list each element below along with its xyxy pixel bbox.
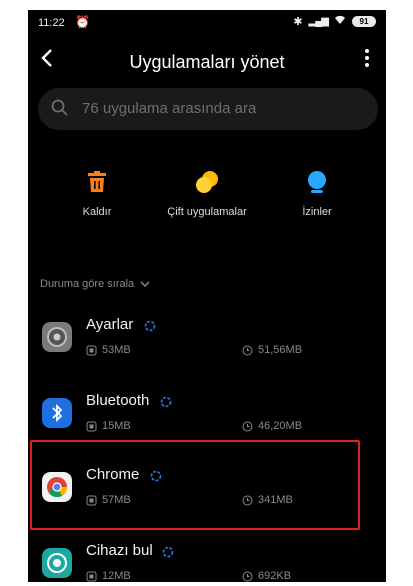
status-indicators: ✱ ▂▄▆ 91 <box>293 15 376 28</box>
search-icon <box>51 99 68 116</box>
app-data-value: 51,56MB <box>258 344 303 356</box>
running-indicator-icon <box>144 320 156 332</box>
signal-icon: ▂▄▆ <box>308 16 329 27</box>
running-indicator-icon <box>160 396 172 408</box>
storage-icon <box>86 421 97 431</box>
app-storage-value: 15MB <box>102 420 131 432</box>
find-device-app-icon <box>42 548 72 578</box>
highlight-box <box>30 440 360 530</box>
app-name: Cihazı bul <box>86 542 153 559</box>
app-list-item[interactable]: Cihazı bul 12MB 692KB <box>28 538 386 582</box>
trash-icon <box>88 171 106 192</box>
permissions-label: İzinler <box>302 206 332 218</box>
dual-apps-icon <box>196 171 218 193</box>
battery-icon: 91 <box>352 16 376 27</box>
alarm-icon: ⏰ <box>75 15 90 29</box>
more-options-button[interactable] <box>360 48 374 74</box>
app-bar: Uygulamaları yönet <box>28 42 386 82</box>
dual-apps-button[interactable]: Çift uygulamalar <box>152 170 262 218</box>
wifi-icon <box>334 15 346 28</box>
bluetooth-app-icon <box>42 398 72 428</box>
bluetooth-status-icon: ✱ <box>293 16 303 28</box>
app-data-usage: 46,20MB <box>242 420 302 432</box>
phone-screen: 11:22 ⏰ ✱ ▂▄▆ 91 Uygulamaları yönet 76 u… <box>28 10 386 582</box>
app-storage: 53MB <box>86 344 131 356</box>
permissions-icon <box>308 171 326 193</box>
app-name: Ayarlar <box>86 316 134 333</box>
search-input[interactable]: 76 uygulama arasında ara <box>38 88 378 130</box>
clock-icon <box>242 571 253 581</box>
storage-icon <box>86 571 97 581</box>
dual-apps-label: Çift uygulamalar <box>167 206 247 218</box>
app-storage: 12MB <box>86 570 131 582</box>
settings-app-icon <box>42 322 72 352</box>
uninstall-button[interactable]: Kaldır <box>42 170 152 218</box>
app-name: Bluetooth <box>86 392 150 409</box>
app-storage-value: 53MB <box>102 344 131 356</box>
chevron-down-icon <box>140 281 150 288</box>
app-data-value: 692KB <box>258 570 292 582</box>
clock-icon <box>242 345 253 355</box>
clock-icon <box>242 421 253 431</box>
permissions-button[interactable]: İzinler <box>262 170 372 218</box>
app-storage-value: 12MB <box>102 570 131 582</box>
sort-dropdown[interactable]: Duruma göre sırala <box>40 278 150 290</box>
app-data-usage: 51,56MB <box>242 344 302 356</box>
app-data-usage: 692KB <box>242 570 291 582</box>
more-vert-icon <box>365 49 369 67</box>
storage-icon <box>86 345 97 355</box>
app-data-value: 46,20MB <box>258 420 303 432</box>
status-bar: 11:22 ⏰ ✱ ▂▄▆ 91 <box>28 10 386 34</box>
status-time: 11:22 <box>38 17 65 29</box>
uninstall-label: Kaldır <box>82 206 112 218</box>
running-indicator-icon <box>162 546 174 558</box>
search-placeholder: 76 uygulama arasında ara <box>82 100 257 117</box>
app-list-item[interactable]: Ayarlar 53MB 51,56MB <box>28 312 386 382</box>
sort-label: Duruma göre sırala <box>40 278 135 290</box>
page-title: Uygulamaları yönet <box>129 52 285 72</box>
quick-actions: Kaldır Çift uygulamalar İzinler <box>28 170 386 230</box>
app-storage: 15MB <box>86 420 131 432</box>
